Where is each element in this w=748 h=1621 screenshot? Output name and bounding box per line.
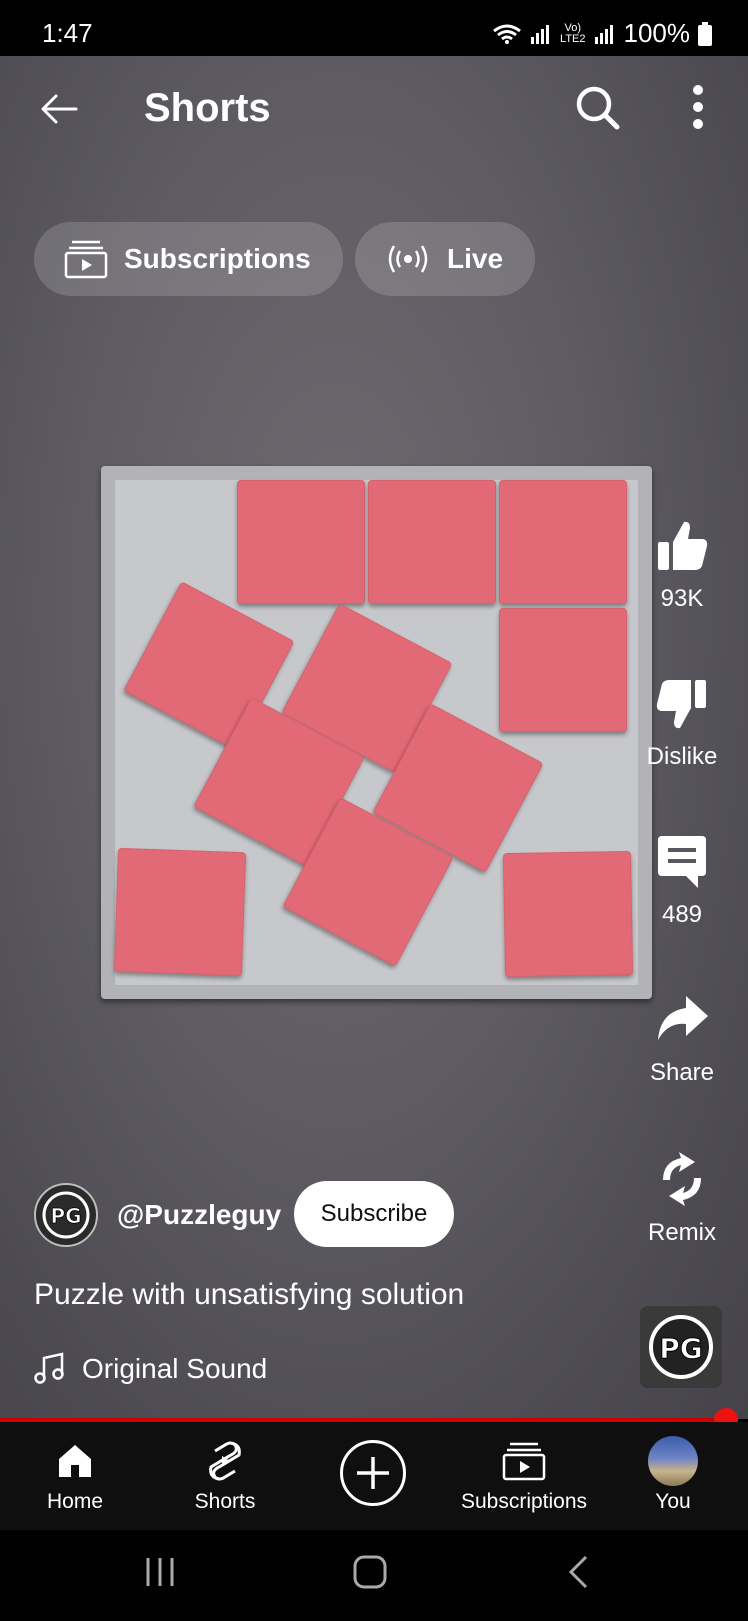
- nav-you[interactable]: You: [628, 1436, 718, 1514]
- puzzle-tile: [499, 608, 627, 732]
- search-icon[interactable]: [570, 80, 626, 136]
- bottom-nav: Home Shorts Subscriptions You: [0, 1422, 748, 1530]
- nav-label: Home: [46, 1490, 104, 1513]
- chip-label: Live: [447, 243, 504, 274]
- puzzle-tile: [502, 850, 634, 978]
- status-icons: Vo) LTE2 100%: [492, 18, 712, 49]
- home-icon: [59, 1445, 91, 1477]
- remix-button[interactable]: Remix: [638, 1150, 726, 1247]
- channel-logo-icon: PG: [42, 1191, 90, 1239]
- puzzle-tile: [237, 480, 365, 604]
- plus-icon: [357, 1457, 389, 1489]
- dislike-label: Dislike: [646, 743, 718, 770]
- battery-percent: 100%: [623, 18, 691, 48]
- thumbs-up-icon: [658, 521, 708, 570]
- comment-icon: [658, 836, 706, 888]
- subscriptions-icon: [64, 240, 108, 279]
- lte-label-top: Vo): [564, 21, 582, 34]
- battery-icon: [698, 21, 712, 46]
- dislike-button[interactable]: Dislike: [638, 676, 726, 771]
- live-icon: [388, 245, 428, 273]
- comment-count: 489: [661, 901, 703, 928]
- top-bar: Shorts: [0, 60, 748, 160]
- sound-thumb-mark: PG: [659, 1332, 703, 1365]
- sound-thumbnail[interactable]: PG: [640, 1306, 722, 1388]
- chip-live[interactable]: Live: [355, 222, 536, 296]
- back-icon[interactable]: [566, 1554, 590, 1590]
- page-title: Shorts: [144, 86, 271, 130]
- nav-home[interactable]: Home: [30, 1436, 120, 1514]
- subscriptions-icon: [502, 1442, 546, 1481]
- puzzle-tile: [499, 480, 627, 604]
- share-icon: [658, 996, 708, 1040]
- video-title[interactable]: Puzzle with unsatisfying solution: [34, 1278, 464, 1312]
- nav-label: Subscriptions: [460, 1490, 588, 1513]
- recent-apps-icon[interactable]: [142, 1554, 178, 1590]
- status-time: 1:47: [42, 18, 93, 48]
- lte-label-bottom: LTE2: [560, 32, 586, 45]
- like-count: 93K: [660, 585, 704, 612]
- channel-logo-mark: PG: [50, 1204, 81, 1228]
- thumbs-down-icon: [656, 680, 706, 729]
- back-arrow-icon[interactable]: [36, 84, 86, 134]
- sound-label: Original Sound: [82, 1353, 268, 1384]
- channel-name[interactable]: @Puzzleguy: [117, 1199, 281, 1231]
- chip-label: Subscriptions: [124, 243, 311, 274]
- subscribe-button[interactable]: Subscribe: [294, 1181, 454, 1247]
- remix-icon: [663, 1152, 701, 1206]
- signal-icon: [531, 24, 550, 44]
- home-button-icon[interactable]: [352, 1554, 388, 1590]
- share-button[interactable]: Share: [638, 992, 726, 1087]
- avatar: [648, 1436, 698, 1486]
- comments-button[interactable]: 489: [638, 834, 726, 929]
- like-button[interactable]: 93K: [638, 518, 726, 613]
- share-label: Share: [649, 1059, 715, 1086]
- nav-label: Shorts: [194, 1490, 256, 1513]
- channel-avatar[interactable]: PG: [34, 1183, 98, 1247]
- nav-subscriptions[interactable]: Subscriptions: [452, 1436, 596, 1514]
- chip-subscriptions[interactable]: Subscriptions: [34, 222, 343, 296]
- remix-label: Remix: [647, 1219, 716, 1246]
- lte-indicator: Vo) LTE2: [560, 21, 586, 45]
- status-bar: 1:47 Vo) LTE2 100%: [0, 0, 748, 56]
- shorts-icon: [209, 1441, 241, 1481]
- create-button[interactable]: [340, 1440, 406, 1506]
- more-options-icon[interactable]: [680, 80, 716, 136]
- wifi-icon: [493, 24, 521, 44]
- nav-shorts[interactable]: Shorts: [180, 1436, 270, 1514]
- system-nav-bar: [0, 1530, 748, 1621]
- music-note-icon: [34, 1352, 64, 1384]
- sound-link[interactable]: Original Sound: [34, 1352, 267, 1386]
- nav-label: You: [655, 1490, 691, 1513]
- channel-logo-icon: PG: [640, 1306, 722, 1388]
- puzzle-tile: [113, 847, 247, 977]
- puzzle-tile: [368, 480, 496, 604]
- signal-icon: [594, 24, 613, 44]
